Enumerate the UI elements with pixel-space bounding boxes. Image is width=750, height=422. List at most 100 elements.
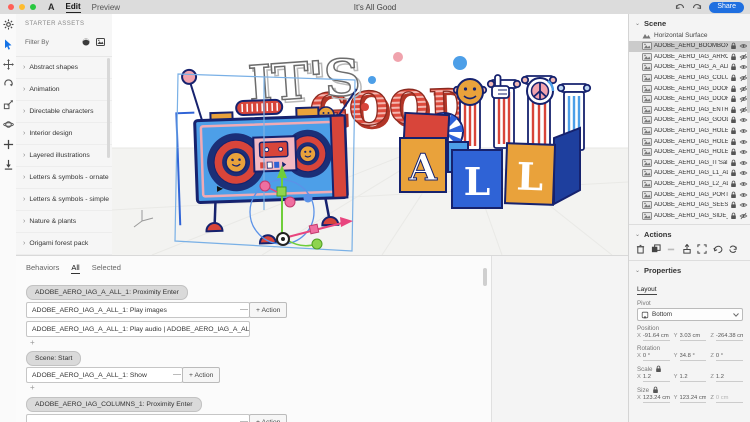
link-icon[interactable] — [666, 244, 676, 254]
trigger-pill[interactable]: Scene: Start — [26, 351, 81, 366]
asset-category[interactable]: › Animation — [16, 79, 112, 101]
layer-row[interactable]: ADOBE_AERO_IAG_IT'Sal — [629, 158, 750, 169]
scene-section-header[interactable]: ⌄ Scene — [629, 14, 750, 31]
asset-category[interactable]: › Directable characters — [16, 101, 112, 123]
lock-icon[interactable] — [730, 127, 737, 135]
size-field[interactable]: X123.24 cm — [637, 395, 670, 403]
layer-row[interactable]: ADOBE_AERO_BOOMBOX — [629, 41, 750, 52]
settings-gear-icon[interactable] — [0, 14, 16, 34]
position-field[interactable]: Y3.03 cm — [674, 333, 707, 341]
layer-row[interactable]: ADOBE_AERO_IAG_GOOD_1 — [629, 115, 750, 126]
lock-icon[interactable] — [730, 63, 737, 71]
rotate-tool-icon[interactable] — [0, 74, 16, 94]
asset-category[interactable]: › Interior design — [16, 123, 112, 145]
trigger-pill[interactable]: ADOBE_AERO_IAG_A_ALL_1: Proximity Enter — [26, 285, 188, 300]
add-asset-icon[interactable] — [0, 134, 16, 154]
eye-icon[interactable] — [739, 207, 748, 225]
pivot-dropdown[interactable]: Bottom — [637, 308, 743, 321]
scale-field[interactable]: Z1.2 — [710, 374, 743, 382]
actions-section-header[interactable]: ⌄ Actions — [629, 225, 750, 242]
lock-icon[interactable] — [730, 138, 737, 146]
lock-icon[interactable] — [730, 148, 737, 156]
behaviors-scrollbar[interactable] — [483, 268, 487, 286]
tab-preview[interactable]: Preview — [92, 3, 120, 12]
action-box[interactable] — [26, 414, 250, 422]
duplicate-icon[interactable] — [651, 244, 661, 254]
redo-icon[interactable] — [692, 3, 702, 12]
action-box[interactable]: ADOBE_AERO_IAG_A_ALL_1: Play audio | ADO… — [26, 321, 250, 337]
size-lock-icon[interactable] — [652, 386, 659, 394]
asset-category[interactable]: › Nature & plants — [16, 211, 112, 233]
action-box[interactable]: ADOBE_AERO_IAG_A_ALL_1: Play images — [26, 302, 250, 318]
share-button[interactable]: Share — [709, 2, 744, 13]
add-trigger-button[interactable]: + — [30, 383, 35, 392]
layer-row[interactable]: ADOBE_AERO_IAG_L2_ALL — [629, 179, 750, 190]
delete-icon[interactable] — [636, 244, 645, 254]
zoom-window-button[interactable] — [30, 4, 36, 10]
lock-icon[interactable] — [730, 106, 737, 114]
lock-icon[interactable] — [730, 212, 737, 220]
layer-row[interactable]: ADOBE_AERO_IAG_ENTRANCE — [629, 105, 750, 116]
position-field[interactable]: Z-264.38 cm — [710, 333, 743, 341]
undo-icon[interactable] — [675, 3, 685, 12]
lock-icon[interactable] — [730, 159, 737, 167]
lock-icon[interactable] — [730, 191, 737, 199]
layer-row[interactable]: ADOBE_AERO_IAG_L1_ALL — [629, 168, 750, 179]
layer-row[interactable]: ADOBE_AERO_IAG_DOORWA... — [629, 83, 750, 94]
lock-icon[interactable] — [730, 74, 737, 82]
lock-icon[interactable] — [730, 169, 737, 177]
horizontal-surface-row[interactable]: Horizontal Surface — [629, 31, 750, 41]
place-on-surface-icon[interactable] — [682, 244, 692, 254]
assets-scrollbar[interactable] — [107, 58, 110, 158]
lock-icon[interactable] — [730, 85, 737, 93]
select-tool-icon[interactable] — [0, 34, 16, 54]
rotation-field[interactable]: Y34.8 ° — [674, 353, 707, 361]
trigger-pill[interactable]: ADOBE_AERO_IAG_COLUMNS_1: Proximity Ente… — [26, 397, 202, 412]
asset-category[interactable]: › Letters & symbols - simple — [16, 189, 112, 211]
add-trigger-button[interactable]: + — [30, 338, 35, 347]
rotation-field[interactable]: Z0 ° — [710, 353, 743, 361]
reset-icon[interactable] — [713, 244, 723, 254]
refresh-icon[interactable] — [728, 244, 738, 254]
lock-icon[interactable] — [730, 95, 737, 103]
import-icon[interactable] — [0, 154, 16, 174]
layer-row[interactable]: ADOBE_AERO_IAG_HOLE 3 — [629, 147, 750, 158]
asset-category[interactable]: › Origami forest pack — [16, 233, 112, 255]
add-action-button[interactable]: + Action — [249, 414, 287, 422]
close-window-button[interactable] — [8, 4, 14, 10]
scale-field[interactable]: X1.2 — [637, 374, 670, 382]
layer-row[interactable]: ADOBE_AERO_IAG_SEESAW — [629, 200, 750, 211]
lock-icon[interactable] — [730, 53, 737, 61]
scale-tool-icon[interactable] — [0, 94, 16, 114]
asset-category[interactable]: › Layered illustrations — [16, 145, 112, 167]
layer-row[interactable]: ADOBE_AERO_IAG_DOORWA... — [629, 94, 750, 105]
lock-icon[interactable] — [730, 116, 737, 124]
layer-row[interactable]: ADOBE_AERO_IAG_ARROW — [629, 52, 750, 63]
asset-category[interactable]: › Letters & symbols - ornate — [16, 167, 112, 189]
layer-row[interactable]: ADOBE_AERO_IAG_A_ALL_1 — [629, 62, 750, 73]
tab-selected[interactable]: Selected — [92, 263, 121, 274]
layer-row[interactable]: ADOBE_AERO_IAG_SIDE_1 — [629, 211, 750, 222]
orbit-view-icon[interactable] — [0, 114, 16, 134]
tab-all[interactable]: All — [71, 263, 79, 274]
minimize-window-button[interactable] — [19, 4, 25, 10]
lock-icon[interactable] — [730, 201, 737, 209]
position-field[interactable]: X-91.64 cm — [637, 333, 670, 341]
lock-icon[interactable] — [730, 180, 737, 188]
lock-icon[interactable] — [730, 42, 737, 50]
fit-view-icon[interactable] — [697, 244, 707, 254]
viewport-canvas[interactable]: GOOD GOOD — [112, 14, 628, 255]
layer-row[interactable]: ADOBE_AERO_IAG_HOLE 1 — [629, 126, 750, 137]
scale-field[interactable]: Y1.2 — [674, 374, 707, 382]
add-action-button[interactable]: + Action — [249, 302, 287, 318]
properties-section-header[interactable]: ⌄ Properties — [629, 261, 750, 278]
images-filter-icon[interactable] — [96, 33, 105, 51]
layer-row[interactable]: ADOBE_AERO_IAG_PORTAL — [629, 189, 750, 200]
rotation-field[interactable]: X0 ° — [637, 353, 670, 361]
size-field[interactable]: Y123.24 cm — [674, 395, 707, 403]
add-action-button[interactable]: + Action — [182, 367, 220, 383]
tab-edit[interactable]: Edit — [66, 2, 81, 13]
layer-row[interactable]: ADOBE_AERO_IAG_COLUMN... — [629, 73, 750, 84]
size-field[interactable]: Z0 cm — [710, 395, 743, 403]
action-box[interactable]: ADOBE_AERO_IAG_A_ALL_1: Show — [26, 367, 183, 383]
